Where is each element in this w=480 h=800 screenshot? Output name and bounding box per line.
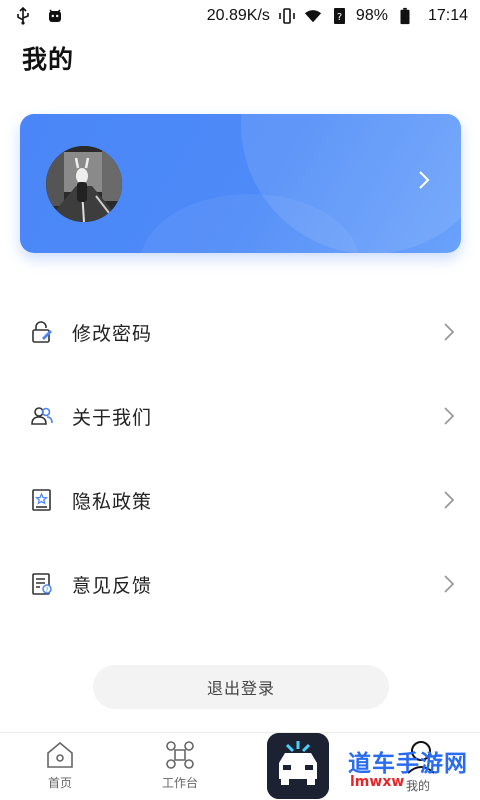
wifi-icon bbox=[304, 10, 322, 23]
profile-card[interactable] bbox=[20, 114, 461, 253]
menu-item-privacy-policy[interactable]: 隐私政策 bbox=[0, 458, 480, 542]
watermark-subtext: lmwxw bbox=[350, 774, 405, 790]
chevron-right-icon bbox=[444, 407, 455, 425]
menu-item-change-password[interactable]: 修改密码 bbox=[0, 290, 480, 374]
avatar[interactable] bbox=[46, 146, 122, 222]
menu-label: 修改密码 bbox=[72, 322, 153, 345]
users-icon bbox=[31, 407, 53, 425]
battery-icon bbox=[400, 7, 410, 25]
svg-text:?: ? bbox=[45, 587, 48, 594]
usb-icon bbox=[17, 7, 29, 25]
svg-text:?: ? bbox=[337, 12, 342, 23]
chevron-right-icon bbox=[419, 171, 430, 189]
tab-label[interactable]: 我的 bbox=[406, 777, 430, 794]
tab-label: 工作台 bbox=[161, 776, 198, 790]
tab-home[interactable]: 首页 bbox=[20, 739, 100, 799]
menu-label: 隐私政策 bbox=[72, 490, 153, 513]
chevron-right-icon bbox=[444, 575, 455, 593]
tab-label: 首页 bbox=[47, 776, 72, 790]
menu-label: 关于我们 bbox=[72, 406, 153, 429]
watermark-text: 道车手游网 bbox=[348, 751, 468, 777]
edit-lock-icon bbox=[32, 321, 52, 343]
sim-unknown-icon: ? bbox=[333, 8, 345, 24]
network-speed: 20.89K/s bbox=[206, 7, 270, 24]
clock: 17:14 bbox=[427, 7, 468, 24]
chevron-right-icon bbox=[444, 491, 455, 509]
menu-item-about-us[interactable]: 关于我们 bbox=[0, 374, 480, 458]
feedback-icon: ? bbox=[32, 573, 52, 595]
battery-percent: 98% bbox=[355, 7, 388, 24]
home-icon bbox=[47, 741, 73, 768]
android-icon bbox=[49, 9, 61, 22]
policy-document-icon bbox=[32, 489, 51, 511]
menu-label: 意见反馈 bbox=[72, 574, 153, 597]
command-icon bbox=[166, 741, 194, 769]
menu-item-feedback[interactable]: ? 意见反馈 bbox=[0, 542, 480, 626]
chevron-right-icon bbox=[444, 323, 455, 341]
tab-workbench[interactable]: 工作台 bbox=[140, 739, 220, 799]
page-title: 我的 bbox=[22, 45, 75, 74]
watermark-logo bbox=[267, 733, 329, 799]
logout-button[interactable]: 退出登录 bbox=[93, 665, 389, 709]
vibrate-icon bbox=[279, 8, 295, 24]
status-bar: 20.89K/s ? 98% 17:14 bbox=[0, 0, 480, 32]
